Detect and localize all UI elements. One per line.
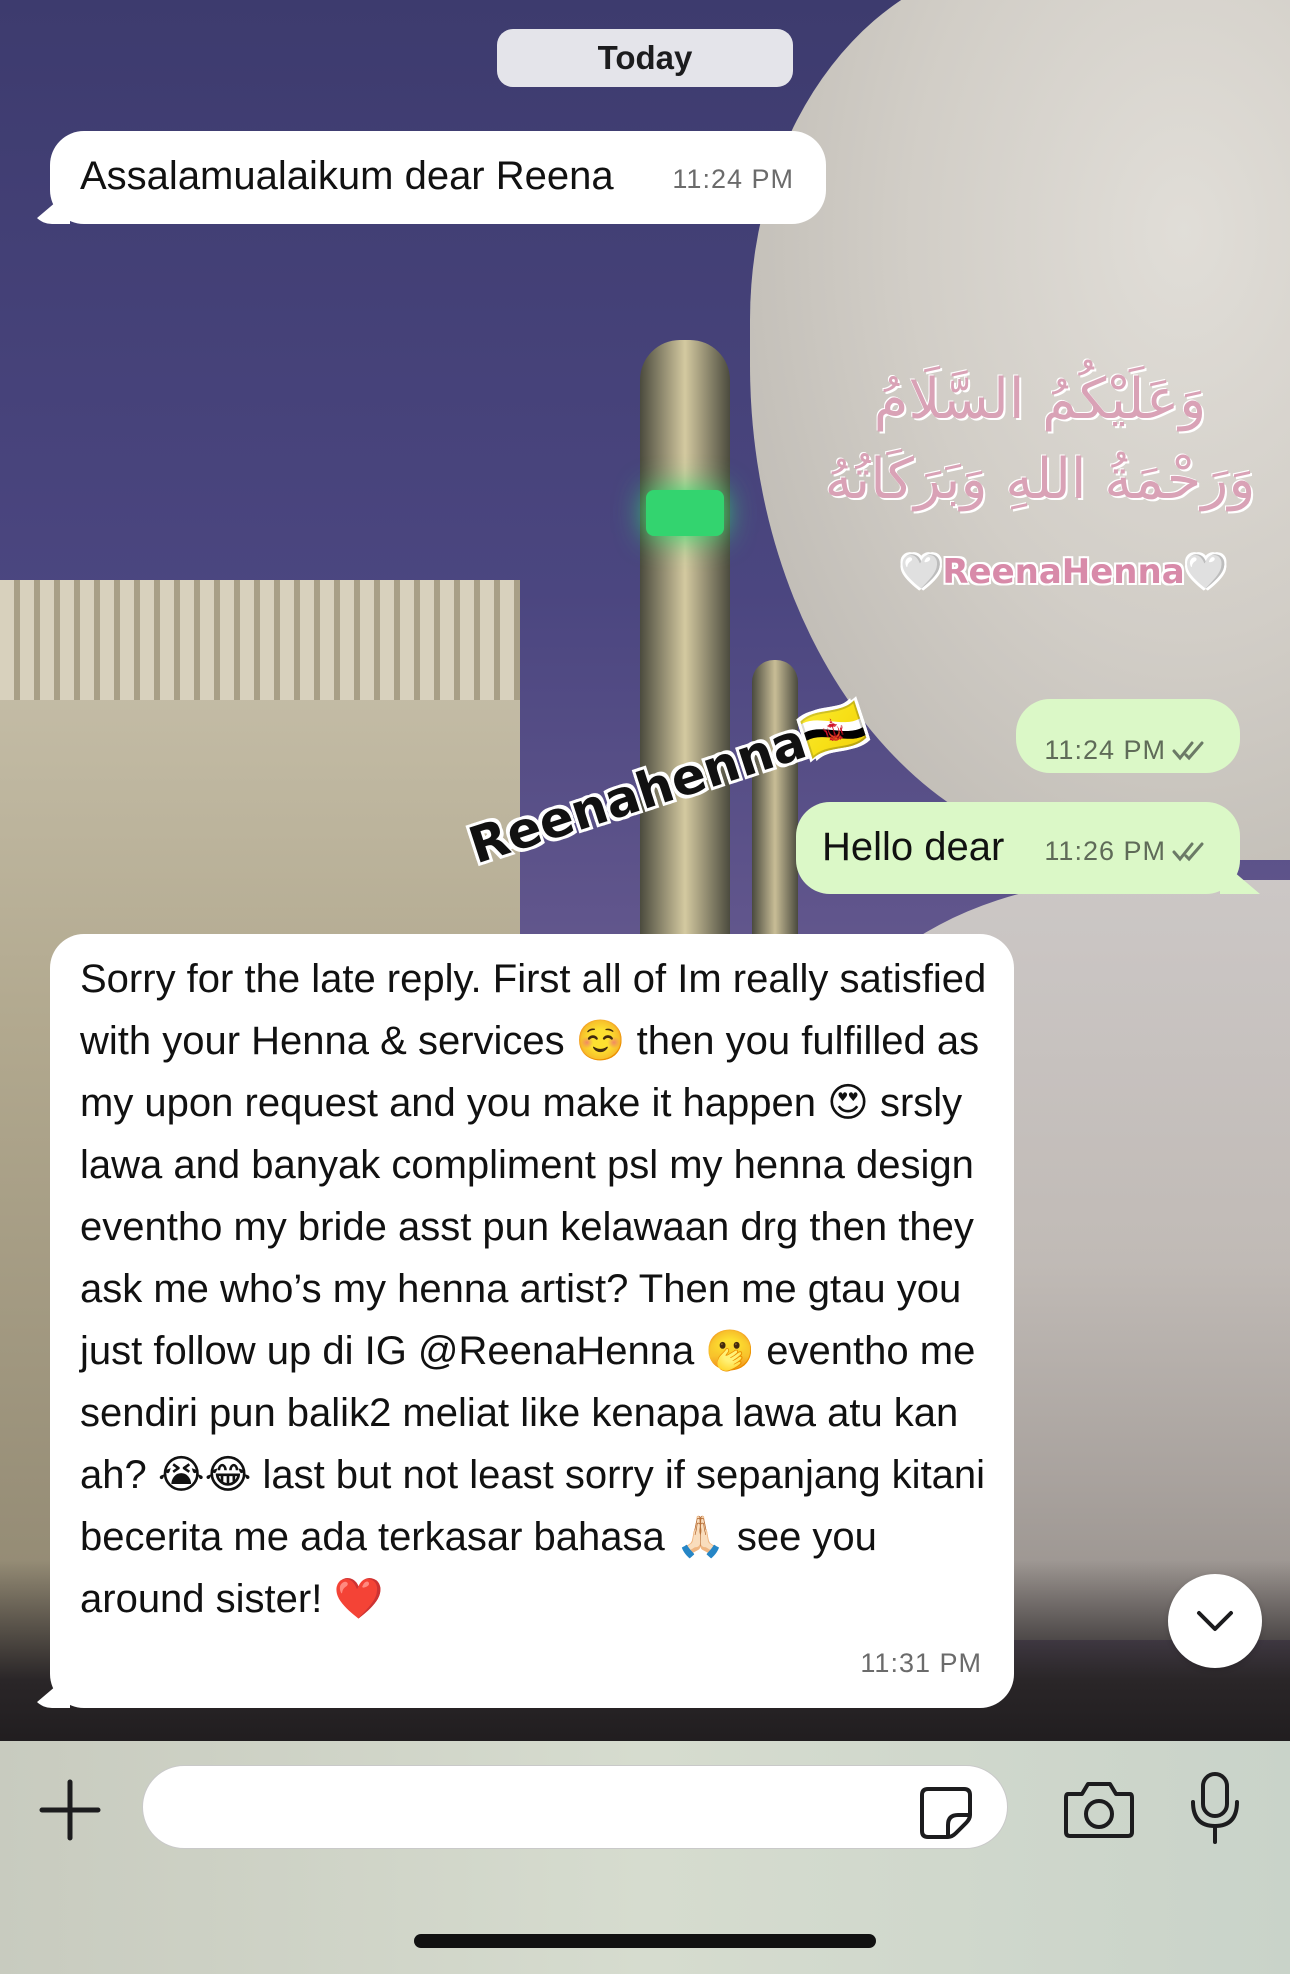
plus-icon[interactable] xyxy=(36,1776,104,1844)
message-timestamp: 11:24 PM xyxy=(672,164,794,194)
chevron-down-icon xyxy=(1197,1611,1233,1631)
bubble-tail xyxy=(30,190,70,224)
message-bubble-outgoing[interactable]: Hello dear 11:26 PM xyxy=(796,802,1260,894)
message-bubble-incoming[interactable]: Assalamualaikum dear Reena 11:24 PM xyxy=(30,131,826,224)
message-text: Hello dear xyxy=(822,825,1005,869)
double-check-icon xyxy=(1172,741,1204,761)
microphone-icon[interactable] xyxy=(1188,1770,1242,1846)
message-text: Sorry for the late reply. First all of I… xyxy=(80,957,987,1621)
message-input-field[interactable] xyxy=(142,1765,1008,1850)
message-time: 11:24 PM xyxy=(672,148,794,210)
double-check-icon xyxy=(1172,842,1204,862)
message-time: 11:31 PM xyxy=(860,1632,982,1694)
home-indicator[interactable] xyxy=(414,1934,876,1948)
message-bubble-outgoing[interactable]: 11:24 PM xyxy=(1016,699,1240,773)
message-timestamp: 11:31 PM xyxy=(860,1648,982,1678)
message-timestamp: 11:26 PM xyxy=(1044,836,1166,866)
message-time: 11:24 PM xyxy=(1044,719,1210,781)
wallpaper-minaret-small xyxy=(752,660,798,960)
wallpaper-building-cornice xyxy=(0,580,520,700)
wallpaper-arabic-greeting: وَعَلَيْكُمُ السَّلَامُ وَرَحْمَةُ اللهِ… xyxy=(824,367,1256,512)
wallpaper-minaret-light xyxy=(646,490,724,536)
date-separator: Today xyxy=(497,29,793,87)
camera-icon[interactable] xyxy=(1062,1778,1136,1840)
message-input[interactable] xyxy=(173,1766,937,1850)
sticker-icon[interactable] xyxy=(918,1785,974,1841)
wallpaper-brand-text: 🤍ReenaHenna🤍 xyxy=(900,552,1227,592)
bubble-tail xyxy=(1220,860,1260,894)
chat-screen: وَعَلَيْكُمُ السَّلَامُ وَرَحْمَةُ اللهِ… xyxy=(0,0,1290,1974)
message-time: 11:26 PM xyxy=(1044,820,1210,882)
message-bubble-incoming[interactable]: Sorry for the late reply. First all of I… xyxy=(30,934,1014,1708)
scroll-to-bottom-button[interactable] xyxy=(1168,1574,1262,1668)
message-text: Assalamualaikum dear Reena xyxy=(80,154,614,198)
message-timestamp: 11:24 PM xyxy=(1044,735,1166,765)
wallpaper-minaret xyxy=(640,340,730,940)
